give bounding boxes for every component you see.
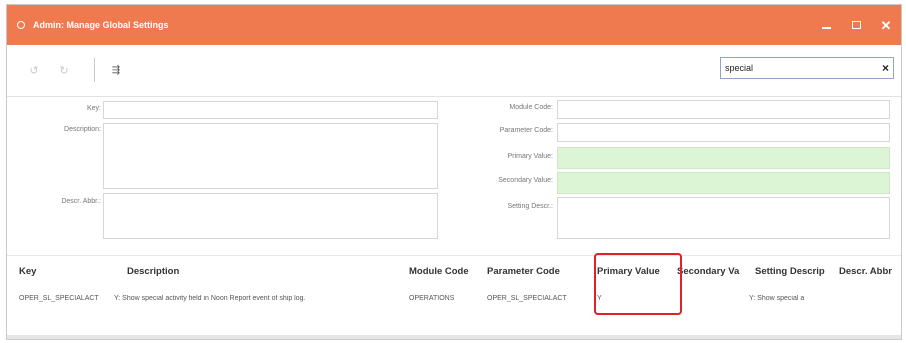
close-button[interactable]: ✕	[871, 5, 901, 45]
column-header-descr-abbr[interactable]: Descr. Abbr	[839, 266, 899, 277]
descr-abbr-label: Descr. Abbr.:	[61, 198, 101, 205]
column-header-secondary-value[interactable]: Secondary Va	[677, 266, 755, 277]
descr-abbr-field[interactable]	[103, 193, 438, 239]
title-bar: Admin: Manage Global Settings ✕	[7, 5, 901, 45]
grid-header: Key Description Module Code Parameter Co…	[7, 255, 901, 285]
description-field[interactable]	[103, 123, 438, 189]
undo-icon[interactable]: ↺	[27, 63, 41, 77]
maximize-button[interactable]	[841, 5, 871, 45]
clear-search-icon[interactable]: ×	[882, 61, 889, 75]
column-header-module-code[interactable]: Module Code	[409, 266, 489, 277]
minimize-button[interactable]	[811, 5, 841, 45]
window-title: Admin: Manage Global Settings	[33, 20, 169, 30]
secondary-value-field[interactable]	[557, 172, 890, 194]
module-code-field[interactable]	[557, 100, 890, 119]
secondary-value-label: Secondary Value:	[498, 177, 553, 184]
primary-value-label: Primary Value:	[507, 153, 553, 160]
table-row[interactable]: OPER_SL_SPECIALACT Y: Show special activ…	[7, 287, 901, 313]
module-code-label: Module Code:	[509, 104, 553, 111]
column-header-description[interactable]: Description	[127, 266, 397, 277]
cell-module-code: OPERATIONS	[409, 295, 455, 302]
horizontal-scrollbar[interactable]	[7, 335, 901, 339]
column-header-parameter-code[interactable]: Parameter Code	[487, 266, 582, 277]
parameter-code-label: Parameter Code:	[499, 127, 553, 134]
primary-value-highlight	[594, 253, 682, 315]
search-input[interactable]	[721, 59, 871, 77]
primary-value-field[interactable]	[557, 147, 890, 169]
setting-descr-label: Setting Descr.:	[507, 203, 553, 210]
settings-window: Admin: Manage Global Settings ✕ ↺ ↻ ⇶ × …	[6, 4, 902, 340]
export-icon[interactable]: ⇶	[109, 63, 123, 77]
column-header-setting-descr[interactable]: Setting Descrip	[755, 266, 839, 277]
minimize-icon	[821, 27, 831, 29]
column-header-key[interactable]: Key	[19, 266, 109, 277]
window-controls: ✕	[811, 5, 901, 45]
cell-description: Y: Show special activity field in Noon R…	[114, 295, 306, 302]
description-label: Description:	[64, 126, 101, 133]
close-icon: ✕	[880, 17, 892, 33]
setting-descr-field[interactable]	[557, 197, 890, 239]
parameter-code-field[interactable]	[557, 123, 890, 142]
key-label: Key:	[86, 105, 101, 112]
cell-setting-descr: Y: Show special a	[749, 295, 805, 302]
toolbar: ↺ ↻ ⇶ ×	[7, 45, 901, 97]
search-box: ×	[720, 57, 894, 79]
app-icon	[17, 21, 25, 29]
toolbar-separator	[94, 58, 95, 82]
redo-icon[interactable]: ↻	[57, 63, 71, 77]
key-field[interactable]	[103, 101, 438, 119]
cell-key: OPER_SL_SPECIALACT	[19, 295, 99, 302]
maximize-icon	[851, 21, 861, 29]
cell-parameter-code: OPER_SL_SPECIALACT	[487, 295, 567, 302]
